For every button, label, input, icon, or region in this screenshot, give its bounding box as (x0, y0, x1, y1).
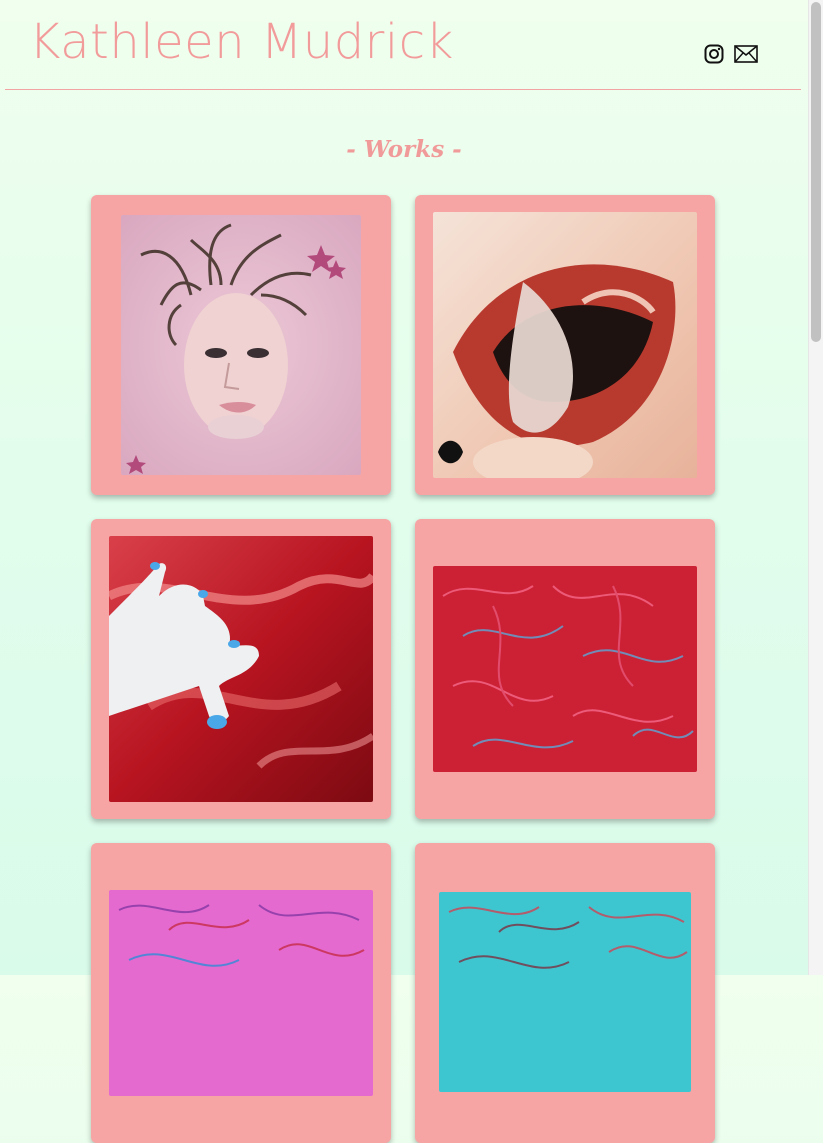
instagram-icon (704, 44, 724, 64)
work-card[interactable] (415, 843, 715, 1143)
work-card[interactable] (91, 519, 391, 819)
work-card[interactable] (91, 195, 391, 495)
page: Kathleen Mudrick - Works - (0, 0, 808, 1143)
header-divider (5, 89, 801, 90)
site-title[interactable]: Kathleen Mudrick (29, 14, 454, 70)
artwork-image (433, 566, 697, 772)
artwork-image (433, 212, 697, 478)
artwork-image (439, 892, 691, 1092)
scrollbar-thumb[interactable] (811, 2, 821, 342)
work-card[interactable] (415, 195, 715, 495)
social-links (704, 44, 758, 64)
mail-icon (734, 45, 758, 63)
instagram-link[interactable] (704, 44, 724, 64)
artwork-image (121, 215, 361, 475)
work-card[interactable] (91, 843, 391, 1143)
work-card[interactable] (415, 519, 715, 819)
mail-link[interactable] (734, 45, 758, 63)
works-heading: - Works - (346, 136, 462, 163)
artwork-image (109, 890, 373, 1096)
artwork-image (109, 536, 373, 802)
scrollbar[interactable] (808, 0, 823, 975)
